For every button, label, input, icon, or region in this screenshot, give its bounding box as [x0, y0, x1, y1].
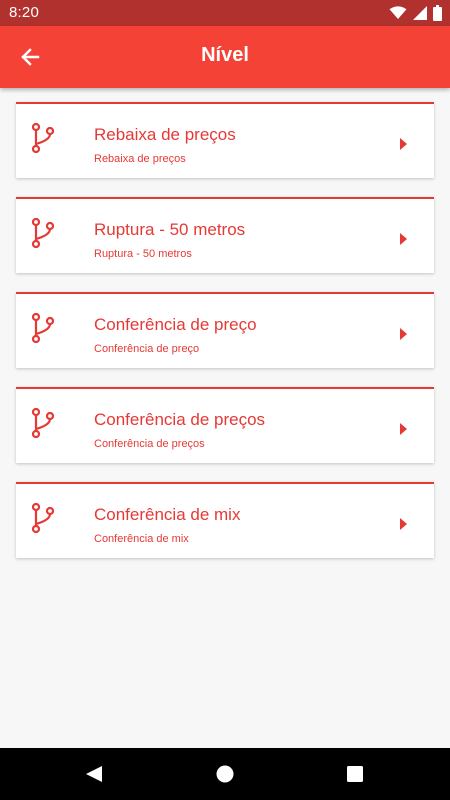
list-item[interactable]: Rebaixa de preços Rebaixa de preços — [16, 102, 434, 178]
list-item-subtitle: Ruptura - 50 metros — [94, 248, 192, 260]
branch-icon — [32, 313, 54, 343]
list-item-title: Conferência de preços — [94, 410, 266, 429]
level-list: Rebaixa de preços Rebaixa de preços Rupt… — [16, 102, 434, 577]
list-item-subtitle: Rebaixa de preços — [94, 153, 186, 165]
home-circle-icon[interactable] — [215, 764, 235, 784]
signal-icon — [413, 6, 427, 20]
branch-icon — [32, 218, 54, 248]
list-item-subtitle: Conferência de preços — [94, 438, 205, 450]
recents-square-icon[interactable] — [345, 764, 365, 784]
list-item-subtitle: Conferência de mix — [94, 533, 189, 545]
back-triangle-icon[interactable] — [84, 764, 104, 784]
list-item[interactable]: Conferência de mix Conferência de mix — [16, 482, 434, 558]
list-item-title: Conferência de mix — [94, 505, 241, 524]
branch-icon — [32, 123, 54, 153]
chevron-right-icon — [400, 328, 407, 340]
app-bar: Nível — [0, 26, 450, 88]
system-nav-bar — [0, 748, 450, 800]
chevron-right-icon — [400, 423, 407, 435]
wifi-icon — [389, 6, 407, 19]
battery-icon — [433, 5, 442, 21]
chevron-right-icon — [400, 518, 407, 530]
status-icons — [389, 4, 442, 22]
list-item-subtitle: Conferência de preço — [94, 343, 200, 355]
list-item-title: Rebaixa de preços — [94, 125, 236, 144]
chevron-right-icon — [400, 233, 407, 245]
list-item[interactable]: Conferência de preço Conferência de preç… — [16, 292, 434, 368]
page-title: Nível — [201, 44, 249, 66]
branch-icon — [32, 408, 54, 438]
chevron-right-icon — [400, 138, 407, 150]
status-bar: 8:20 — [0, 0, 450, 26]
list-item[interactable]: Conferência de preços Conferência de pre… — [16, 387, 434, 463]
status-time: 8:20 — [9, 4, 39, 21]
list-item-title: Ruptura - 50 metros — [94, 220, 246, 239]
branch-icon — [32, 503, 54, 533]
list-item[interactable]: Ruptura - 50 metros Ruptura - 50 metros — [16, 197, 434, 273]
list-item-title: Conferência de preço — [94, 315, 257, 334]
